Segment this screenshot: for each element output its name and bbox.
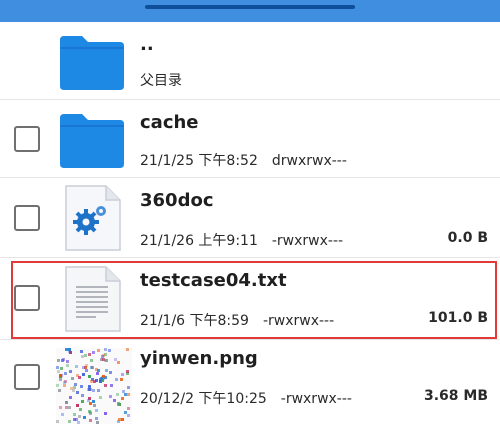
image-thumbnail — [56, 348, 132, 424]
file-size: 0.0 B — [447, 230, 488, 246]
list-item-yinwen[interactable]: yinwen.png 20/12/2 下午10:25 -rwxrwx--- 3.6… — [0, 340, 500, 442]
top-toolbar — [0, 0, 500, 22]
select-checkbox[interactable] — [14, 285, 40, 311]
file-date: 20/12/2 下午10:25 — [140, 391, 267, 407]
folder-icon — [60, 36, 124, 90]
file-name: yinwen.png — [140, 348, 258, 369]
file-name: cache — [140, 112, 199, 133]
file-permissions: drwxrwx--- — [271, 153, 347, 169]
file-date: 21/1/25 下午8:52 — [140, 153, 258, 169]
list-item-cache[interactable]: cache 21/1/25 下午8:52 drwxrwx--- — [0, 100, 500, 178]
file-size: 3.68 MB — [423, 388, 488, 404]
select-checkbox[interactable] — [14, 126, 40, 152]
file-meta: 20/12/2 下午10:25 -rwxrwx--- — [140, 388, 366, 408]
tab-indicator — [145, 5, 355, 9]
folder-icon — [60, 114, 124, 168]
file-meta: 21/1/25 下午8:52 drwxrwx--- — [140, 150, 361, 170]
list-item-parent-directory[interactable]: .. 父目录 — [0, 22, 500, 100]
file-permissions: -rwxrwx--- — [271, 233, 344, 249]
file-permissions: -rwxrwx--- — [262, 313, 335, 329]
file-name: testcase04.txt — [140, 270, 287, 291]
file-date: 21/1/26 上午9:11 — [140, 233, 258, 249]
select-checkbox[interactable] — [14, 364, 40, 390]
settings-file-icon — [65, 185, 121, 251]
file-meta: 21/1/6 下午8:59 -rwxrwx--- — [140, 310, 348, 330]
file-size: 101.0 B — [428, 310, 488, 326]
text-file-icon — [65, 266, 121, 332]
file-name: 360doc — [140, 190, 214, 211]
file-permissions: -rwxrwx--- — [280, 391, 352, 407]
parent-directory-label: 父目录 — [140, 73, 182, 89]
file-meta: 21/1/26 上午9:11 -rwxrwx--- — [140, 230, 357, 250]
list-item-testcase04[interactable]: testcase04.txt 21/1/6 下午8:59 -rwxrwx--- 1… — [0, 258, 500, 340]
select-checkbox[interactable] — [14, 205, 40, 231]
file-date: 21/1/6 下午8:59 — [140, 313, 249, 329]
list-item-360doc[interactable]: 360doc 21/1/26 上午9:11 -rwxrwx--- 0.0 B — [0, 178, 500, 258]
file-name: .. — [140, 34, 154, 55]
